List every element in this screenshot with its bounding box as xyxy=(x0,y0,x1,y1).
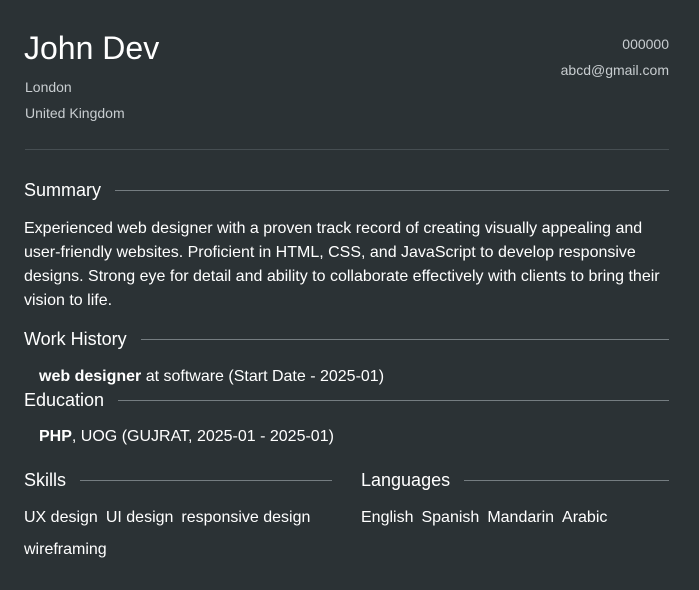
skill-item: UI design xyxy=(105,509,174,526)
skills-rule xyxy=(80,479,332,481)
skill-item: wireframing xyxy=(24,541,107,558)
work-history-details: at software (Start Date - 2025-01) xyxy=(141,368,385,385)
summary-rule xyxy=(115,189,669,191)
summary-text: Experienced web designer with a proven t… xyxy=(24,220,660,309)
education-title: Education xyxy=(24,390,105,410)
work-history-entry: web designer at software (Start Date - 2… xyxy=(39,367,384,387)
language-item: Mandarin xyxy=(487,509,555,526)
education-details: , UOG (GUJRAT, 2025-01 - 2025-01) xyxy=(71,428,334,445)
work-history-section-header: Work History xyxy=(24,328,669,350)
work-history-rule xyxy=(140,338,669,340)
language-item: English xyxy=(361,509,414,526)
candidate-email: abcd@gmail.com xyxy=(560,62,669,78)
education-entry: PHP, UOG (GUJRAT, 2025-01 - 2025-01) xyxy=(39,427,334,447)
education-degree: PHP xyxy=(39,428,72,445)
skill-item: UX design xyxy=(24,509,98,526)
languages-rule xyxy=(464,479,669,481)
skills-list: UX design UI design responsive design wiref… xyxy=(24,502,334,566)
candidate-phone: 000000 xyxy=(622,36,669,52)
languages-section-header: Languages xyxy=(361,469,669,491)
skill-item: responsive design xyxy=(181,509,311,526)
language-item: Spanish xyxy=(421,509,480,526)
language-item: Arabic xyxy=(562,509,608,526)
skills-title: Skills xyxy=(24,470,67,490)
languages-list: English Spanish Mandarin Arabic xyxy=(361,502,671,534)
candidate-city: London xyxy=(25,79,72,95)
summary-section-header: Summary xyxy=(24,179,669,201)
candidate-country: United Kingdom xyxy=(25,105,125,121)
candidate-name: John Dev xyxy=(24,30,160,66)
work-history-role: web designer xyxy=(39,368,142,385)
languages-title: Languages xyxy=(361,470,451,490)
header-divider xyxy=(25,149,669,150)
work-history-title: Work History xyxy=(24,329,127,349)
resume-page: John Dev London United Kingdom 000000 ab… xyxy=(0,0,699,590)
education-rule xyxy=(118,399,669,401)
summary-title: Summary xyxy=(24,180,102,200)
skills-section-header: Skills xyxy=(24,469,332,491)
education-section-header: Education xyxy=(24,389,669,411)
